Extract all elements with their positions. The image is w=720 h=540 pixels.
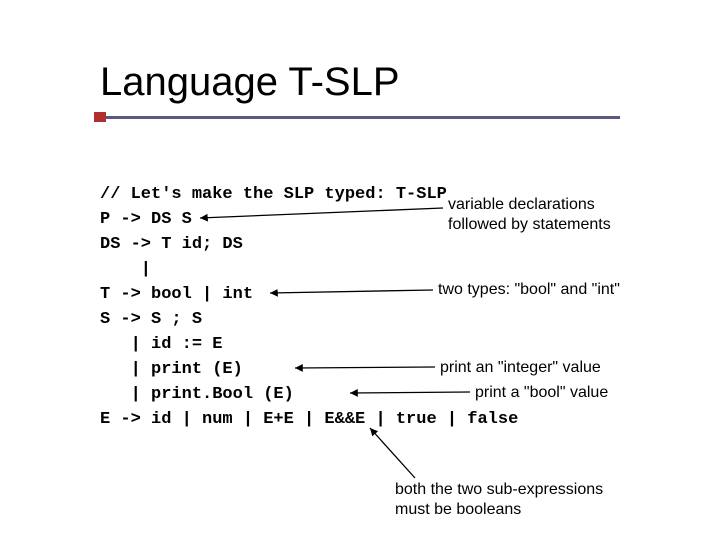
annotation-text: followed by statements	[448, 216, 611, 233]
slide-title: Language T-SLP	[100, 60, 400, 105]
annotation-text: must be booleans	[395, 501, 521, 518]
code-line-10: E -> id | num | E+E | E&&E | true | fals…	[100, 410, 518, 429]
annotation-text: variable declarations	[448, 196, 595, 213]
arrow-icon	[370, 428, 415, 478]
arrow-icon	[270, 290, 433, 293]
arrow-icon	[200, 208, 443, 218]
annotation-text: both the two sub-expressions	[395, 481, 603, 498]
code-line-6: S -> S ; S	[100, 310, 202, 329]
annotation-print-bool: print a "bool" value	[475, 383, 608, 403]
annotation-print-int: print an "integer" value	[440, 358, 601, 378]
code-line-7: | id := E	[100, 335, 222, 354]
code-line-9: | print.Bool (E)	[100, 385, 294, 404]
annotation-booleans: both the two sub-expressions must be boo…	[395, 480, 603, 520]
code-line-3: DS -> T id; DS	[100, 235, 243, 254]
title-tick	[94, 112, 106, 122]
annotation-var-decl: variable declarations followed by statem…	[448, 195, 611, 235]
annotation-two-types: two types: "bool" and "int"	[438, 280, 620, 300]
arrow-icon	[295, 367, 435, 368]
arrow-icon	[350, 392, 470, 393]
code-line-4: |	[100, 260, 151, 279]
title-rule	[100, 116, 620, 119]
code-line-2: P -> DS S	[100, 210, 192, 229]
code-line-1: // Let's make the SLP typed: T-SLP	[100, 185, 447, 204]
slide: Language T-SLP // Let's make the SLP typ…	[0, 0, 720, 540]
code-line-8: | print (E)	[100, 360, 243, 379]
code-line-5: T -> bool | int	[100, 285, 253, 304]
